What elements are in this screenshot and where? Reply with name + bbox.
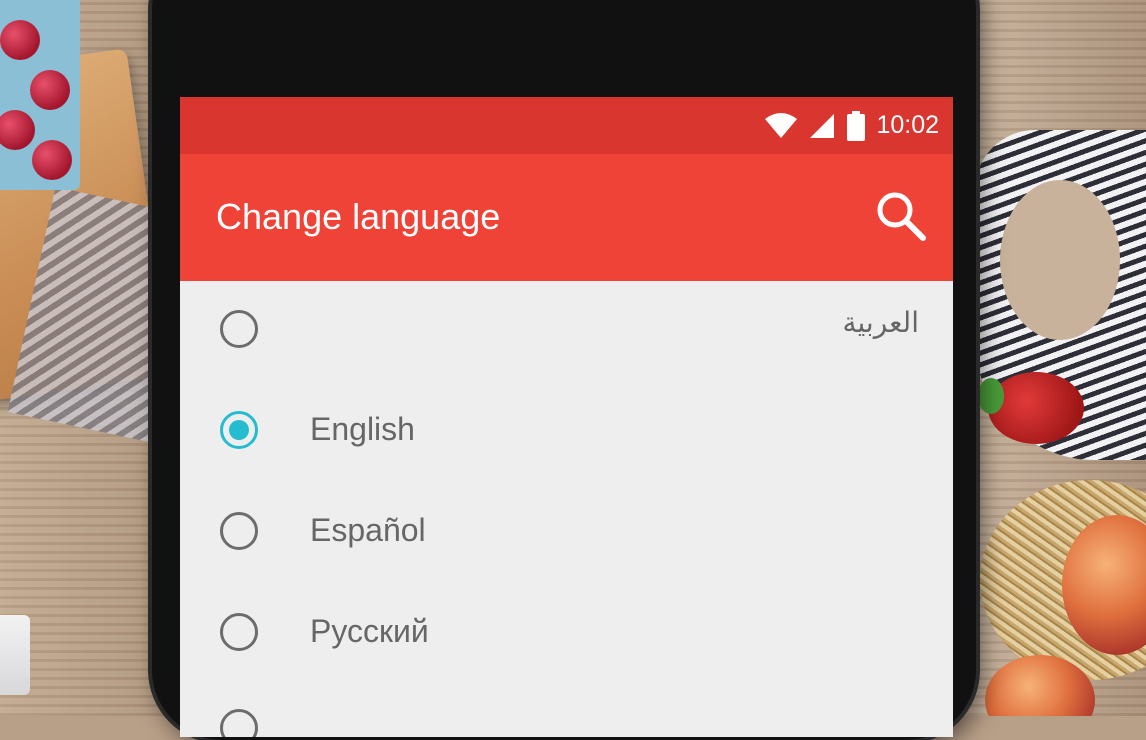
- signal-icon: [810, 113, 835, 138]
- strawberry-leaf: [978, 378, 1004, 414]
- language-option-arabic[interactable]: العربية: [180, 281, 953, 382]
- radio-button[interactable]: [220, 613, 258, 651]
- language-label: العربية: [842, 306, 919, 339]
- bib-neck-hole: [1000, 180, 1120, 340]
- language-label: Español: [310, 512, 426, 548]
- language-list: العربية English Español Русский: [180, 281, 953, 737]
- radio-button-selected[interactable]: [220, 411, 258, 449]
- radio-button-partial[interactable]: [220, 709, 258, 737]
- search-button[interactable]: [873, 188, 929, 244]
- strawberry: [988, 372, 1084, 444]
- page-title: Change language: [216, 196, 501, 237]
- raspberry: [30, 70, 70, 110]
- language-option-english[interactable]: English: [180, 382, 953, 483]
- language-option-spanish[interactable]: Español: [180, 483, 953, 584]
- language-label: Русский: [310, 613, 429, 649]
- radio-button[interactable]: [220, 310, 258, 348]
- battery-icon: [847, 110, 866, 141]
- status-icons: 10:02: [764, 97, 939, 154]
- radio-button[interactable]: [220, 512, 258, 550]
- status-bar: 10:02: [180, 97, 953, 154]
- app-bar: Change language: [180, 154, 953, 281]
- toy-figure: [0, 615, 30, 695]
- phone-screen: 10:02 Change language العربية English Es…: [180, 97, 953, 737]
- raspberry: [0, 20, 40, 60]
- language-label: English: [310, 411, 415, 447]
- status-time: 10:02: [876, 111, 939, 139]
- search-icon: [877, 192, 926, 241]
- language-option-russian[interactable]: Русский: [180, 584, 953, 685]
- wifi-icon: [765, 112, 798, 138]
- raspberry: [32, 140, 72, 180]
